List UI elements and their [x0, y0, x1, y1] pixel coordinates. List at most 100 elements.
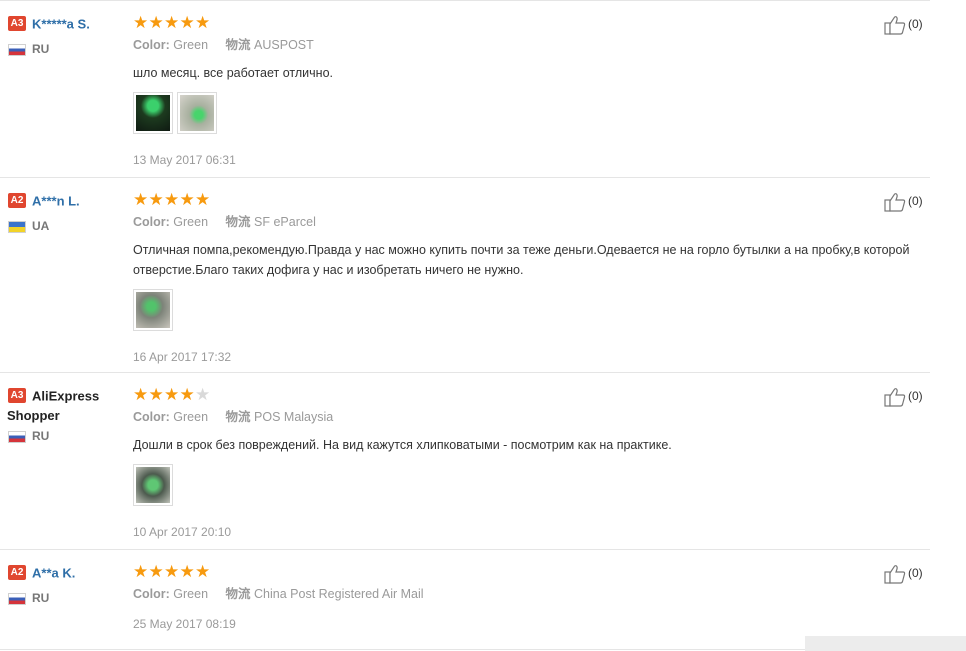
country-code: RU [32, 42, 50, 56]
order-info: Color: Green 物流 AUSPOST [133, 38, 913, 53]
review-date: 25 May 2017 08:19 [133, 617, 236, 631]
thumbs-up-icon [884, 388, 906, 407]
color-value: Green [173, 215, 209, 229]
country-code: UA [32, 219, 50, 233]
logistics-value: China Post Registered Air Mail [254, 587, 424, 601]
review-divider [0, 372, 930, 373]
review-text: Отличная помпа,рекомендую.Правда у нас м… [133, 243, 910, 277]
star-icon: ★ [148, 13, 164, 32]
star-icon: ★ [179, 385, 195, 404]
color-value: Green [173, 38, 209, 52]
star-icon: ★ [195, 13, 211, 32]
order-info: Color: Green 物流 POS Malaysia [133, 410, 913, 425]
star-icon: ★ [179, 13, 195, 32]
logistics-value: POS Malaysia [254, 410, 334, 424]
reviewer-country: RU [8, 429, 128, 443]
review-body: ★★★★★ Color: Green 物流 China Post Registe… [133, 562, 913, 631]
helpful-button[interactable]: (0) [884, 564, 923, 584]
buyer-level-badge: A2 [8, 565, 26, 581]
star-icon: ★ [148, 190, 164, 209]
review-date: 16 Apr 2017 17:32 [133, 350, 232, 364]
star-rating: ★★★★★ [133, 190, 913, 209]
review-divider [0, 649, 930, 650]
review-photos [133, 92, 913, 136]
reviewer-country: UA [8, 219, 128, 233]
star-icon: ★ [133, 562, 149, 581]
review-text: шло месяц. все работает отлично. [133, 66, 333, 80]
country-code: RU [32, 591, 50, 605]
star-icon: ★ [148, 562, 164, 581]
reviewer-name[interactable]: K*****a S. [32, 16, 90, 31]
buyer-level-badge: A3 [8, 388, 26, 404]
russia-flag-icon [8, 43, 26, 56]
review-photo-thumbnail[interactable] [133, 289, 173, 331]
review-body: ★★★★★ Color: Green 物流 AUSPOST шло месяц.… [133, 13, 913, 167]
logistics-value: AUSPOST [254, 38, 314, 52]
color-label: Color: [133, 38, 170, 52]
order-info: Color: Green 物流 China Post Registered Ai… [133, 587, 913, 602]
review-photos [133, 464, 913, 508]
helpful-count: (0) [908, 389, 923, 404]
star-icon: ★ [195, 562, 211, 581]
star-icon: ★ [179, 562, 195, 581]
review-date: 13 May 2017 06:31 [133, 153, 236, 167]
reviewer-name[interactable]: A***n L. [32, 193, 80, 208]
reviewer-country: RU [8, 42, 128, 56]
buyer-level-badge: A2 [8, 193, 26, 209]
star-icon: ★ [195, 190, 211, 209]
star-icon: ★ [164, 13, 180, 32]
reviewer-info: A3 AliExpress Shopper RU [7, 387, 128, 443]
logistics-label: 物流 [225, 587, 251, 601]
review-text: Дошли в срок без повреждений. На вид каж… [133, 438, 672, 452]
color-label: Color: [133, 215, 170, 229]
star-icon: ★ [133, 13, 149, 32]
buyer-level-badge: A3 [8, 16, 26, 32]
review-divider [0, 549, 930, 550]
star-icon: ★ [164, 385, 180, 404]
logistics-label: 物流 [225, 215, 251, 229]
thumbs-up-icon [884, 565, 906, 584]
reviewer-info: A2 A***n L. UA [8, 192, 128, 233]
color-label: Color: [133, 587, 170, 601]
star-empty-icon: ★ [195, 385, 211, 404]
review-photo-thumbnail[interactable] [133, 464, 173, 506]
star-icon: ★ [148, 385, 164, 404]
reviewer-name: AliExpress [32, 388, 100, 404]
star-icon: ★ [164, 562, 180, 581]
logistics-value: SF eParcel [254, 215, 316, 229]
star-icon: ★ [164, 190, 180, 209]
reviewer-info: A3 K*****a S. RU [8, 15, 128, 56]
review-body: ★★★★★ Color: Green 物流 POS Malaysia Дошли… [133, 385, 913, 539]
thumbs-up-icon [884, 16, 906, 35]
reviewer-info: A2 A**a K. RU [8, 564, 128, 605]
color-value: Green [173, 410, 209, 424]
review-photo-thumbnail[interactable] [133, 92, 173, 134]
helpful-count: (0) [908, 566, 923, 581]
page-footer-edge [805, 636, 966, 651]
review-divider [0, 0, 930, 1]
logistics-label: 物流 [225, 38, 251, 52]
star-rating: ★★★★★ [133, 13, 913, 32]
thumbs-up-icon [884, 193, 906, 212]
review-photo-thumbnail[interactable] [177, 92, 217, 134]
reviewer-country: RU [8, 591, 128, 605]
star-rating: ★★★★★ [133, 385, 913, 404]
color-label: Color: [133, 410, 170, 424]
star-icon: ★ [133, 190, 149, 209]
star-icon: ★ [133, 385, 149, 404]
color-value: Green [173, 587, 209, 601]
logistics-label: 物流 [225, 410, 251, 424]
russia-flag-icon [8, 592, 26, 605]
review-date: 10 Apr 2017 20:10 [133, 525, 232, 539]
russia-flag-icon [8, 430, 26, 443]
reviewer-name[interactable]: A**a K. [32, 565, 75, 580]
star-icon: ★ [179, 190, 195, 209]
star-rating: ★★★★★ [133, 562, 913, 581]
helpful-button[interactable]: (0) [884, 192, 923, 212]
reviewer-name-line2: Shopper [7, 408, 60, 423]
order-info: Color: Green 物流 SF eParcel [133, 215, 913, 230]
ukraine-flag-icon [8, 220, 26, 233]
helpful-button[interactable]: (0) [884, 15, 923, 35]
country-code: RU [32, 429, 50, 443]
helpful-button[interactable]: (0) [884, 387, 923, 407]
